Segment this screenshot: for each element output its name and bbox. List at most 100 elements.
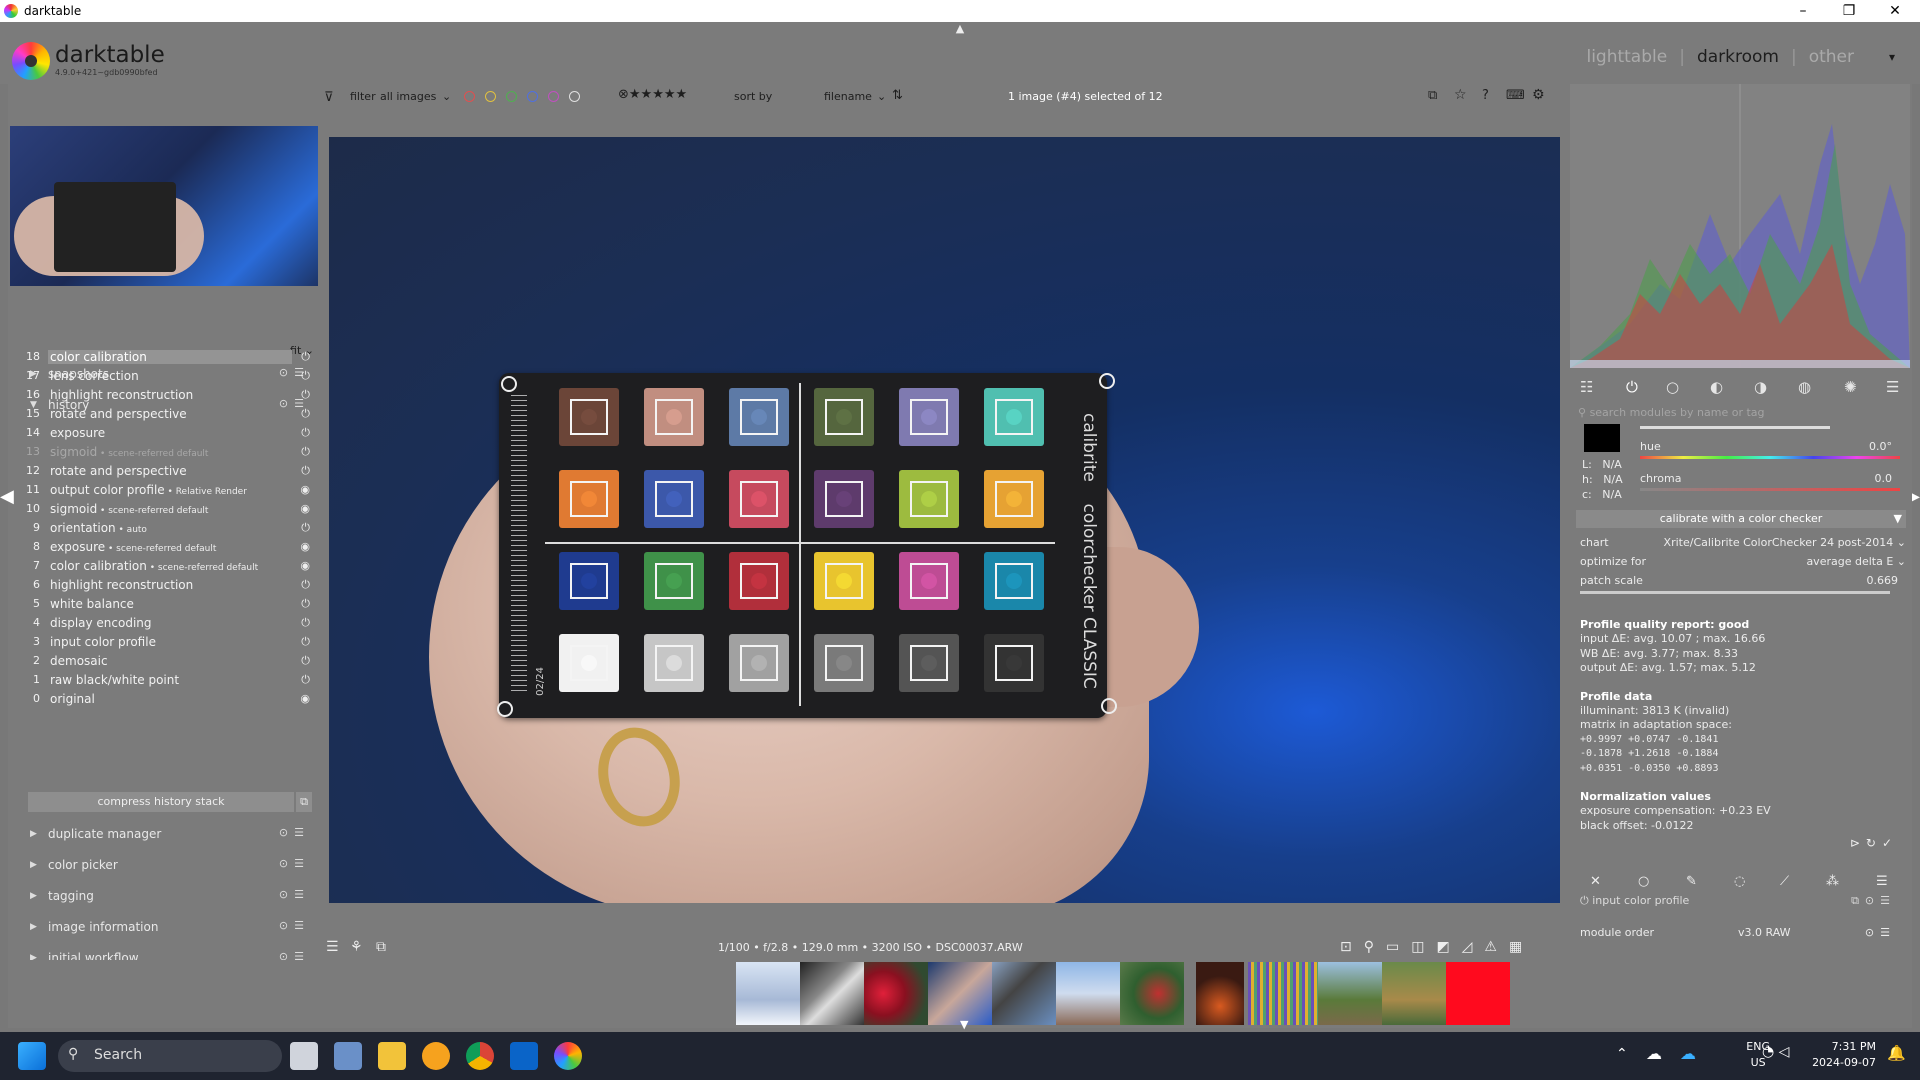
chevron-down-icon[interactable]: ⌄ — [442, 90, 451, 103]
maximize-button[interactable]: ❐ — [1826, 0, 1872, 22]
mask-parametric-icon[interactable]: ◌ — [1734, 874, 1745, 889]
checker-corner-handle[interactable] — [497, 701, 513, 717]
filmstrip-thumb[interactable] — [1446, 962, 1510, 1025]
network-volume-icon[interactable]: ◔ ◁ — [1762, 1044, 1789, 1060]
active-modules-tab-icon[interactable]: ⏻ — [1626, 378, 1638, 396]
filmstrip-thumb[interactable] — [1248, 962, 1318, 1025]
checker-action-icons[interactable]: ⊳↻✓ — [1850, 836, 1898, 850]
filmstrip-thumb[interactable] — [736, 962, 800, 1025]
navigation-thumbnail[interactable] — [10, 126, 318, 286]
history-item[interactable]: 3 input color profile ⏻ — [20, 633, 318, 652]
second-window-icon[interactable]: ⧉ — [376, 939, 386, 955]
sort-order-icon[interactable]: ⇅ — [892, 88, 903, 103]
chevron-down-icon[interactable]: ⌄ — [877, 90, 886, 103]
history-item[interactable]: 13 sigmoid • scene-referred default ⏻ — [20, 443, 318, 462]
presets-menu-icon[interactable]: ☰ — [1886, 378, 1899, 396]
module-header-icons[interactable]: ⧉⊙☰ — [1851, 894, 1896, 908]
close-button[interactable]: ✕ — [1872, 0, 1918, 22]
cloud-icon[interactable]: ☁ — [1680, 1044, 1696, 1063]
mask-drawn-parametric-icon[interactable]: ⟋ — [1780, 874, 1789, 889]
color-label-filter-icon[interactable] — [485, 91, 496, 102]
section-color-picker[interactable]: ▶ color picker ⊙☰ — [16, 853, 316, 879]
view-darkroom[interactable]: darkroom — [1697, 47, 1779, 67]
view-lighttable[interactable]: lighttable — [1586, 47, 1667, 67]
correct-modules-tab-icon[interactable]: ◍ — [1798, 378, 1811, 396]
reset-presets-icon[interactable]: ⊙☰ — [279, 919, 310, 932]
star-rating-filter[interactable]: ⊗★★★★★ — [618, 87, 687, 102]
calibrate-colorchecker-header[interactable]: calibrate with a color checker ▼ — [1576, 510, 1906, 528]
history-item[interactable]: 1 raw black/white point ⏻ — [20, 671, 318, 690]
history-item[interactable]: 15 rotate and perspective ⏻ — [20, 405, 318, 424]
history-item[interactable]: 12 rotate and perspective ⏻ — [20, 462, 318, 481]
minimize-button[interactable]: – — [1780, 0, 1826, 22]
history-item[interactable]: 7 color calibration • scene-referred def… — [20, 557, 318, 576]
mask-uniform-icon[interactable]: ○ — [1638, 874, 1649, 889]
color-modules-tab-icon[interactable]: ◑ — [1754, 378, 1767, 396]
settings-icon[interactable] — [334, 1042, 362, 1070]
filmstrip-thumb[interactable] — [1056, 962, 1120, 1025]
section-duplicate-manager[interactable]: ▶ duplicate manager ⊙☰ — [16, 822, 316, 848]
mask-raster-icon[interactable]: ⁂ — [1826, 874, 1839, 889]
darktable-taskbar-icon[interactable] — [554, 1042, 582, 1070]
section-tagging[interactable]: ▶ tagging ⊙☰ — [16, 884, 316, 910]
input-color-profile-module[interactable]: ⏻ input color profile ⧉⊙☰ — [1580, 894, 1902, 916]
checker-corner-handle[interactable] — [501, 376, 517, 392]
history-item[interactable]: 4 display encoding ⏻ — [20, 614, 318, 633]
module-search-input[interactable]: ⚲ search modules by name or tag — [1578, 406, 1904, 424]
start-icon[interactable] — [18, 1042, 46, 1070]
mask-off-icon[interactable]: ✕ — [1590, 874, 1601, 889]
history-item[interactable]: 2 demosaic ⏻ — [20, 652, 318, 671]
main-image[interactable]: calibrite colorchecker CLASSIC 02/24 — [329, 137, 1560, 903]
task-view-icon[interactable] — [290, 1042, 318, 1070]
color-label-filter-icon[interactable] — [506, 91, 517, 102]
checker-corner-handle[interactable] — [1101, 698, 1117, 714]
history-item[interactable]: 5 white balance ⏻ — [20, 595, 318, 614]
history-item[interactable]: 9 orientation • auto ⏻ — [20, 519, 318, 538]
color-label-filter-icon[interactable] — [569, 91, 580, 102]
filmstrip-thumb[interactable] — [1318, 962, 1382, 1025]
color-label-filter-icon[interactable] — [464, 91, 475, 102]
quick-access-tab-icon[interactable]: ☷ — [1580, 378, 1593, 396]
filmstrip-thumb[interactable] — [1196, 962, 1244, 1025]
history-item[interactable]: 10 sigmoid • scene-referred default ◉ — [20, 500, 318, 519]
filmstrip-thumb[interactable] — [864, 962, 928, 1025]
weather-icon[interactable] — [422, 1042, 450, 1070]
view-other[interactable]: other — [1809, 47, 1854, 67]
filmstrip-thumb[interactable] — [800, 962, 864, 1025]
history-item[interactable]: 11 output color profile • Relative Rende… — [20, 481, 318, 500]
history-item[interactable]: 6 highlight reconstruction ⏻ — [20, 576, 318, 595]
history-item[interactable]: 8 exposure • scene-referred default ◉ — [20, 538, 318, 557]
notification-bell-icon[interactable]: 🔔 — [1887, 1044, 1906, 1062]
chroma-slider[interactable] — [1640, 488, 1900, 491]
effect-modules-tab-icon[interactable]: ✺ — [1844, 378, 1857, 396]
reset-presets-icon[interactable]: ⊙☰ — [279, 888, 310, 901]
truncate-history-icon[interactable]: ⧉ — [296, 792, 312, 812]
reset-presets-icon[interactable]: ⊙☰ — [279, 857, 310, 870]
mask-drawn-icon[interactable]: ✎ — [1686, 874, 1697, 889]
history-item[interactable]: 0 original ◉ — [20, 690, 318, 709]
filmstrip-thumb-selected[interactable] — [928, 962, 992, 1025]
patch-scale-slider[interactable] — [1580, 591, 1890, 594]
keyboard-icon[interactable]: ⌨ — [1506, 88, 1525, 103]
chrome-icon[interactable] — [466, 1042, 494, 1070]
base-modules-tab-icon[interactable]: ○ — [1666, 378, 1679, 396]
filmstrip-thumb[interactable] — [1382, 962, 1446, 1025]
tone-modules-tab-icon[interactable]: ◐ — [1710, 378, 1723, 396]
power-icon[interactable]: ⏻ — [1580, 894, 1589, 907]
sort-dropdown[interactable]: filename — [824, 90, 872, 103]
history-item[interactable]: 17 lens correction ⏻ — [20, 367, 318, 386]
collapse-left-arrow-icon[interactable]: ◀ — [0, 486, 14, 507]
quick-access-icon[interactable]: ☰ — [326, 939, 339, 955]
taskbar-search[interactable]: ⚲ Search — [58, 1040, 282, 1072]
history-item[interactable]: 18 color calibration ⏻ — [20, 348, 318, 367]
histogram[interactable] — [1570, 84, 1910, 368]
file-explorer-icon[interactable] — [378, 1042, 406, 1070]
reset-presets-icon[interactable]: ⊙☰ — [279, 826, 310, 839]
overlay-toggle-icons[interactable]: ⊡⚲▭◫◩◿⚠▦ — [1340, 939, 1534, 955]
help-icon[interactable]: ? — [1482, 88, 1489, 103]
collapse-bottom-arrow-icon[interactable]: ▼ — [960, 1018, 968, 1031]
color-label-filter-icon[interactable] — [548, 91, 559, 102]
tray-expand-icon[interactable]: ⌃ — [1616, 1046, 1628, 1062]
taskbar-clock[interactable]: 7:31 PM 2024-09-07 — [1812, 1039, 1876, 1071]
checker-corner-handle[interactable] — [1099, 373, 1115, 389]
